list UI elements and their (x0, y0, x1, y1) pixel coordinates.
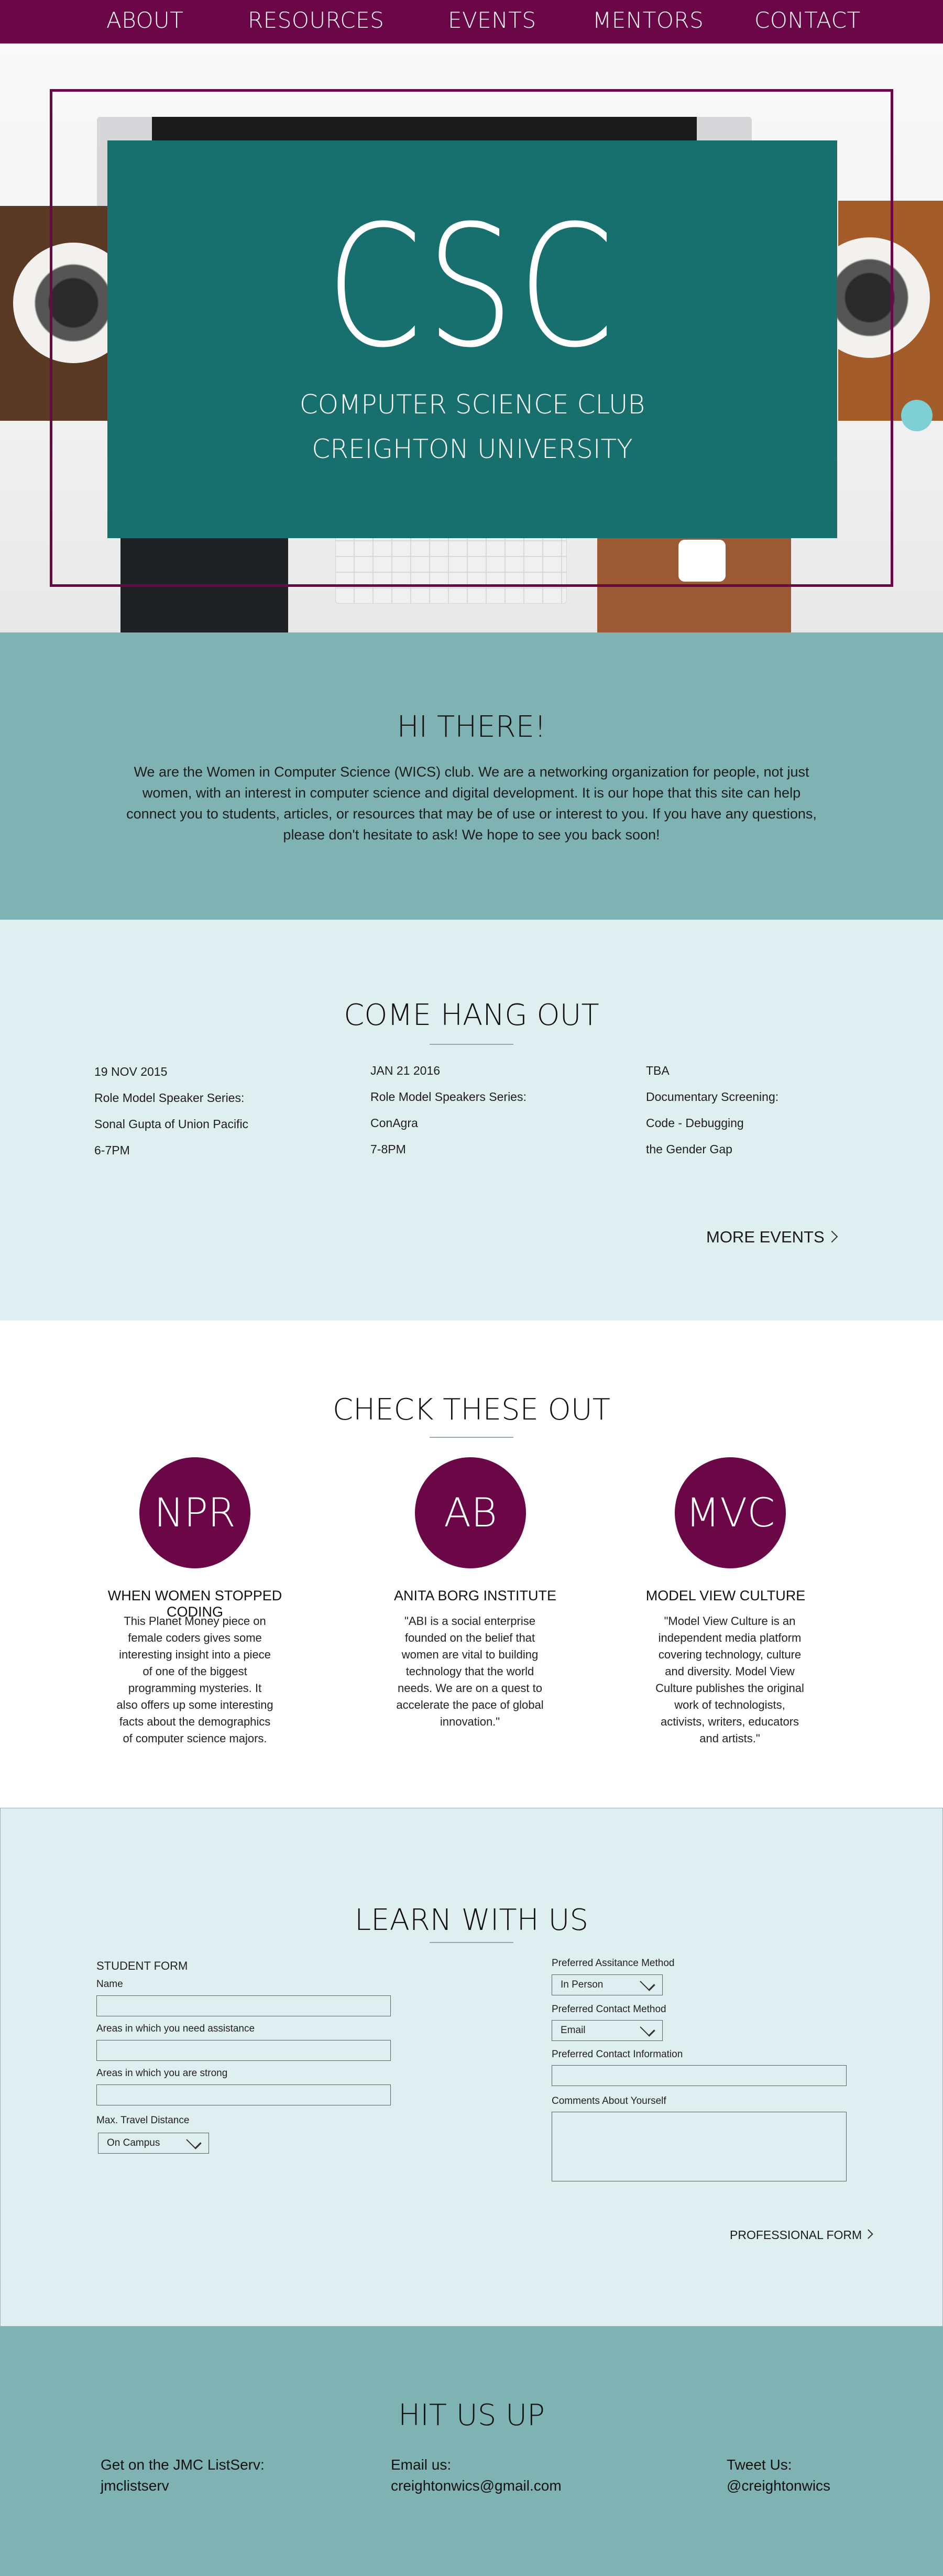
twitter-block: Tweet Us: @creightonwics (727, 2454, 830, 2496)
listserv-block: Get on the JMC ListServ: jmclistserv (101, 2454, 265, 2496)
email-label: Email us: (391, 2457, 452, 2473)
events-title-underline (430, 1044, 513, 1045)
event-date: JAN 21 2016 (370, 1064, 440, 1077)
hero-title-box: CSC COMPUTER SCIENCE CLUB CREIGHTON UNIV… (107, 140, 837, 538)
event-item: JAN 21 2016 Role Model Speakers Series: … (370, 1064, 590, 1169)
chevron-down-icon (640, 1975, 655, 1991)
nav-about[interactable]: ABOUT (106, 7, 183, 33)
resource-description: "ABI is a social enterprise founded on t… (396, 1614, 544, 1728)
professional-form-label: PROFESSIONAL FORM (730, 2228, 862, 2242)
travel-distance-select[interactable]: On Campus (98, 2133, 209, 2154)
top-nav: ABOUT RESOURCES EVENTS MENTORS CONTACT (0, 0, 943, 43)
learn-title: LEARN WITH US (354, 1903, 589, 1937)
assist-method-value: In Person (561, 1979, 604, 1990)
resource-title[interactable]: ANITA BORG INSTITUTE (365, 1588, 585, 1604)
event-date: 19 NOV 2015 (94, 1065, 168, 1078)
travel-distance-label: Max. Travel Distance (96, 2115, 190, 2126)
contact-title: HIT US UP (398, 2398, 545, 2432)
areas-need-input[interactable] (96, 2040, 391, 2061)
areas-need-label: Areas in which you need assistance (96, 2023, 255, 2034)
contact-method-value: Email (561, 2025, 586, 2036)
twitter-handle-link[interactable]: @creightonwics (727, 2475, 830, 2496)
resource-description: "Model View Culture is an independent me… (655, 1614, 804, 1745)
npr-logo-circle[interactable]: NPR (139, 1457, 250, 1568)
chevron-right-icon (826, 1230, 838, 1243)
email-block: Email us: creightonwics@gmail.com (391, 2454, 562, 2496)
event-line: Documentary Screening: (646, 1090, 779, 1104)
intro-title: HI THERE! (397, 710, 546, 744)
listserv-label: Get on the JMC ListServ: (101, 2457, 265, 2473)
event-line: Role Model Speakers Series: (370, 1090, 527, 1104)
assist-method-select[interactable]: In Person (552, 1974, 663, 1995)
email-link[interactable]: creightonwics@gmail.com (391, 2475, 562, 2496)
hero-title: CSC (326, 190, 619, 385)
contact-section (0, 2327, 943, 2576)
areas-strong-input[interactable] (96, 2084, 391, 2105)
listserv-value[interactable]: jmclistserv (101, 2475, 265, 2496)
chevron-right-icon (863, 2229, 873, 2240)
twitter-label: Tweet Us: (727, 2457, 792, 2473)
areas-strong-label: Areas in which you are strong (96, 2068, 228, 2079)
event-line: the Gender Gap (646, 1142, 732, 1156)
assist-method-label: Preferred Assitance Method (552, 1958, 675, 1969)
learn-title-underline (430, 1942, 513, 1943)
contact-method-label: Preferred Contact Method (552, 2004, 666, 2015)
contact-info-label: Preferred Contact Information (552, 2049, 683, 2060)
comments-textarea[interactable] (552, 2112, 847, 2181)
intro-body: We are the Women in Computer Science (WI… (126, 764, 817, 843)
resource-description: This Planet Money piece on female coders… (116, 1614, 273, 1745)
more-events-label: MORE EVENTS (706, 1228, 825, 1246)
nav-contact[interactable]: CONTACT (754, 7, 861, 33)
event-line: Role Model Speaker Series: (94, 1091, 245, 1105)
mvc-logo-circle[interactable]: MVC (675, 1457, 786, 1568)
comments-label: Comments About Yourself (552, 2095, 666, 2106)
event-line: 6-7PM (94, 1143, 130, 1157)
hero-subtitle-1: COMPUTER SCIENCE CLUB (299, 389, 645, 420)
contact-method-select[interactable]: Email (552, 2020, 663, 2041)
name-input[interactable] (96, 1995, 391, 2016)
resources-title-underline (430, 1437, 513, 1438)
event-item: TBA Documentary Screening: Code - Debugg… (646, 1064, 866, 1169)
professional-form-link[interactable]: PROFESSIONAL FORM (730, 2228, 873, 2242)
event-line: 7-8PM (370, 1142, 406, 1156)
event-line: ConAgra (370, 1116, 418, 1130)
student-form-title: STUDENT FORM (96, 1959, 188, 1972)
events-title: COME HANG OUT (344, 998, 599, 1032)
chevron-down-icon (186, 2134, 202, 2149)
resource-title[interactable]: MODEL VIEW CULTURE (616, 1588, 836, 1604)
resources-title: CHECK THESE OUT (333, 1393, 610, 1427)
nav-mentors[interactable]: MENTORS (593, 7, 704, 33)
event-date: TBA (646, 1064, 670, 1077)
hero-subtitle-2: CREIGHTON UNIVERSITY (312, 434, 633, 464)
more-events-link[interactable]: MORE EVENTS (706, 1228, 838, 1247)
contact-info-input[interactable] (552, 2065, 847, 2086)
ab-logo-circle[interactable]: AB (415, 1457, 526, 1568)
name-label: Name (96, 1979, 123, 1990)
nav-resources[interactable]: RESOURCES (248, 7, 384, 33)
event-line: Sonal Gupta of Union Pacific (94, 1117, 249, 1131)
travel-distance-value: On Campus (107, 2137, 160, 2148)
decor-photo-element (901, 400, 933, 431)
event-line: Code - Debugging (646, 1116, 744, 1130)
event-item: 19 NOV 2015 Role Model Speaker Series: S… (94, 1065, 314, 1170)
chevron-down-icon (640, 2021, 655, 2037)
nav-events[interactable]: EVENTS (448, 7, 536, 33)
